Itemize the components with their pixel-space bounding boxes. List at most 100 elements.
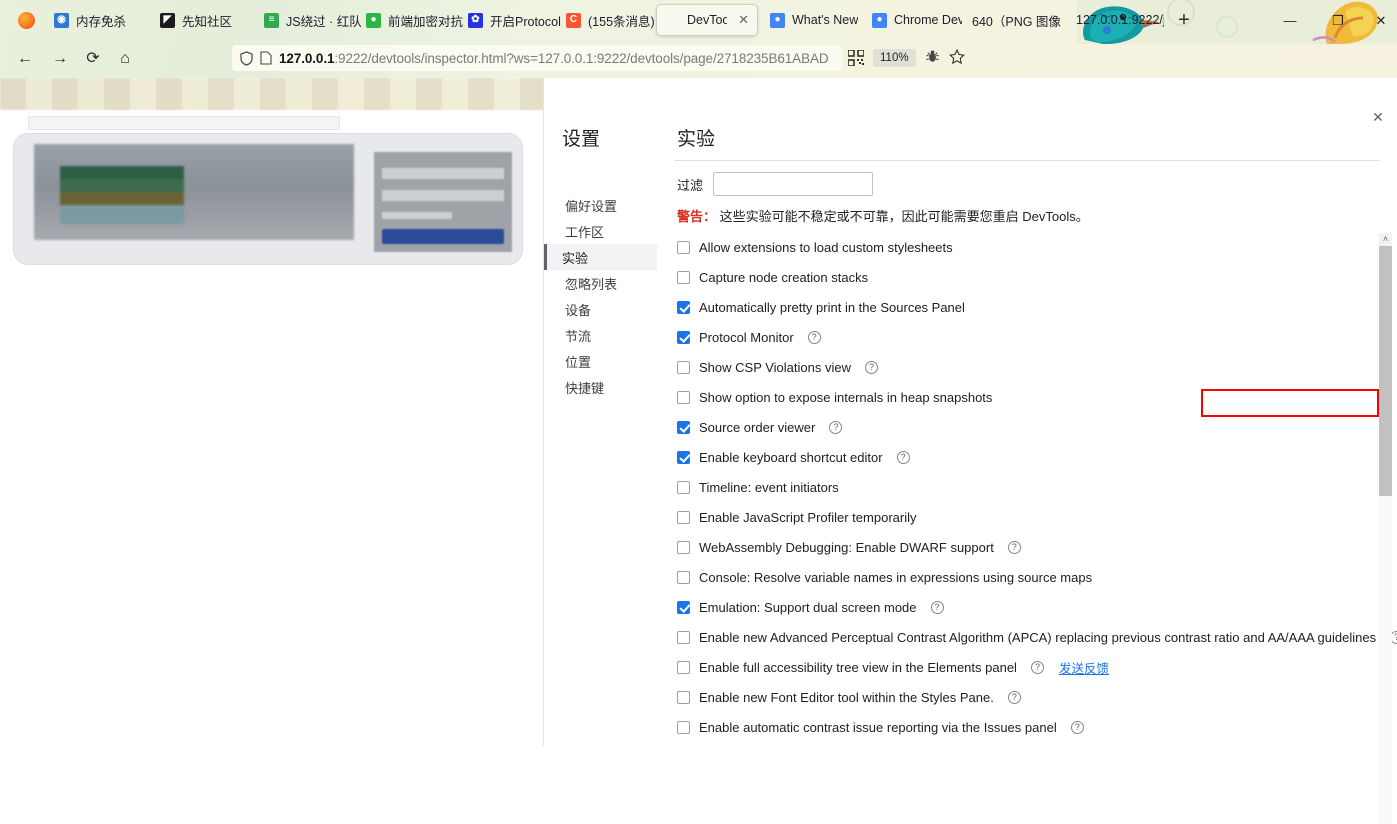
browser-tab[interactable]: ◤ 先知社区 — [152, 4, 264, 36]
checkbox-icon[interactable] — [677, 360, 690, 374]
browser-tab[interactable]: 640（PNG 图像 — [964, 4, 1076, 36]
browser-tab[interactable]: C (155条消息) — [558, 4, 666, 36]
help-icon[interactable]: ? — [1030, 660, 1044, 674]
browser-chrome: ◉ 内存免杀 ◤ 先知社区 ≡ JS绕过 · 红队 ● 前端加密对抗 ✿ 开启Protocol C (… — [0, 0, 1397, 78]
checkbox-icon[interactable] — [677, 330, 690, 344]
checkbox-icon[interactable] — [677, 600, 690, 614]
experiment-row[interactable]: Timeline: event initiators — [657, 472, 1397, 502]
checkbox-icon[interactable] — [677, 240, 690, 254]
filter-input[interactable] — [713, 172, 874, 196]
checkbox-icon[interactable] — [677, 390, 690, 404]
bug-icon[interactable] — [925, 49, 940, 64]
minimize-button[interactable]: — — [1279, 10, 1301, 32]
browser-tab[interactable]: DevTools - 22 ✕ — [656, 4, 758, 36]
blurred-login-panel — [374, 152, 512, 252]
experiment-row[interactable]: Emulation: Support dual screen mode? — [657, 592, 1397, 622]
sidebar-item-0[interactable]: 偏好设置 — [544, 192, 657, 218]
settings-sidebar-list: 偏好设置 工作区 实验 忽略列表 设备 节流 位置 快捷键 — [544, 192, 657, 400]
checkbox-icon[interactable] — [677, 480, 690, 494]
wechat-icon: ● — [366, 12, 381, 28]
help-icon[interactable]: ? — [1070, 720, 1084, 734]
sidebar-item-2[interactable]: 实验 — [544, 244, 657, 270]
checkbox-icon[interactable] — [677, 450, 690, 464]
help-icon[interactable]: ? — [807, 330, 821, 344]
experiment-row[interactable]: Enable new Advanced Perceptual Contrast … — [657, 622, 1397, 652]
star-icon[interactable] — [949, 49, 965, 65]
browser-tab[interactable]: ● Chrome Dev — [864, 4, 970, 36]
experiment-row[interactable]: Automatically pretty print in the Source… — [657, 292, 1397, 322]
maximize-button[interactable]: ❐ — [1327, 10, 1349, 32]
sidebar-item-1[interactable]: 工作区 — [544, 218, 657, 244]
help-icon[interactable]: ? — [829, 420, 843, 434]
help-icon[interactable]: ? — [896, 450, 910, 464]
tab-close-icon[interactable]: ✕ — [738, 12, 749, 28]
experiment-row[interactable]: Enable JavaScript Profiler temporarily — [657, 502, 1397, 532]
sidebar-item-6[interactable]: 位置 — [544, 348, 657, 374]
send-feedback-link[interactable]: 发送反馈 — [1059, 658, 1109, 677]
experiment-row[interactable]: Show CSP Violations view? — [657, 352, 1397, 382]
new-tab-button[interactable]: + — [1172, 9, 1196, 33]
checkbox-icon[interactable] — [677, 510, 690, 524]
experiment-row[interactable]: Enable full accessibility tree view in t… — [657, 652, 1397, 682]
experiment-row[interactable]: Show option to expose internals in heap … — [657, 382, 1397, 412]
home-button[interactable]: ⌂ — [114, 48, 136, 70]
devtools-settings-dialog: ✕ 设置 偏好设置 工作区 实验 忽略列表 设备 节流 位置 快捷键 实验 过滤 警告： 这些… — [543, 78, 1397, 824]
tab-label: (155条消息) — [588, 14, 655, 29]
experiment-label: Console: Resolve variable names in expre… — [699, 569, 1093, 585]
browser-tab[interactable]: ◉ 内存免杀 — [46, 4, 166, 36]
tab-label: DevTools - 22 — [687, 13, 727, 27]
experiment-row[interactable]: Enable automatic contrast issue reportin… — [657, 712, 1397, 742]
help-icon[interactable]: ? — [865, 360, 878, 374]
experiment-row[interactable]: WebAssembly Debugging: Enable DWARF supp… — [657, 532, 1397, 562]
help-icon[interactable]: ? — [930, 600, 944, 614]
shield-blue-icon: ◉ — [54, 12, 69, 28]
chrome-icon: ● — [770, 12, 785, 28]
experiment-label: Timeline: event initiators — [699, 479, 839, 495]
checkbox-icon[interactable] — [677, 720, 690, 734]
back-button[interactable]: ← — [14, 48, 36, 70]
help-icon[interactable]: ? — [1007, 690, 1021, 704]
experiment-label: Show CSP Violations view — [699, 359, 851, 375]
checkbox-icon[interactable] — [677, 630, 690, 644]
experiment-row[interactable] — [657, 742, 1397, 746]
browser-tab[interactable]: 127.0.0.1:9222/j — [1068, 4, 1172, 36]
scrollbar-thumb[interactable] — [1379, 246, 1392, 496]
experiment-label: Show option to expose internals in heap … — [699, 389, 993, 405]
experiment-row[interactable]: Console: Resolve variable names in expre… — [657, 562, 1397, 592]
experiment-row[interactable]: Capture node creation stacks — [657, 262, 1397, 292]
sidebar-item-5[interactable]: 节流 — [544, 322, 657, 348]
experiment-row[interactable]: Source order viewer? — [657, 412, 1397, 442]
close-window-button[interactable]: ✕ — [1370, 10, 1392, 32]
scrollbar-up-arrow[interactable]: ˄ — [1379, 233, 1392, 246]
experiment-label: Enable automatic contrast issue reportin… — [699, 719, 1057, 735]
help-icon[interactable]: ? — [1007, 540, 1021, 554]
qr-code-icon[interactable] — [848, 50, 864, 66]
sidebar-item-7[interactable]: 快捷键 — [544, 374, 657, 400]
checkbox-icon[interactable] — [677, 540, 690, 554]
experiment-row[interactable]: Enable keyboard shortcut editor? — [657, 442, 1397, 472]
reload-button[interactable]: ⟳ — [82, 48, 104, 70]
tab-label: Chrome Dev — [894, 13, 962, 27]
checkbox-icon[interactable] — [677, 300, 690, 314]
forward-button[interactable]: → — [49, 48, 71, 70]
browser-tab[interactable]: ● What's New — [762, 4, 868, 36]
experiment-row[interactable]: Enable new Font Editor tool within the S… — [657, 682, 1397, 712]
tab-label: JS绕过 · 红队 — [286, 14, 362, 29]
checkbox-icon[interactable] — [677, 660, 690, 674]
experiment-row[interactable]: Allow extensions to load custom styleshe… — [657, 232, 1397, 262]
tab-label: 127.0.0.1:9222/j — [1076, 13, 1164, 27]
sidebar-item-3[interactable]: 忽略列表 — [544, 270, 657, 296]
experiment-label: Protocol Monitor — [699, 329, 794, 345]
sidebar-item-4[interactable]: 设备 — [544, 296, 657, 322]
experiment-label: Emulation: Support dual screen mode — [699, 599, 917, 615]
zoom-level-indicator[interactable]: 110% — [873, 49, 916, 67]
scrollbar[interactable]: ˄ — [1379, 233, 1392, 824]
checkbox-icon[interactable] — [677, 420, 690, 434]
checkbox-icon[interactable] — [677, 690, 690, 704]
page-title: 实验 — [677, 129, 716, 150]
url-host: 127.0.0.1 — [279, 50, 335, 66]
experiment-row[interactable]: Protocol Monitor? — [657, 322, 1397, 352]
address-bar[interactable]: 127.0.0.1:9222/devtools/inspector.html?w… — [232, 45, 842, 71]
checkbox-icon[interactable] — [677, 270, 690, 284]
checkbox-icon[interactable] — [677, 570, 690, 584]
